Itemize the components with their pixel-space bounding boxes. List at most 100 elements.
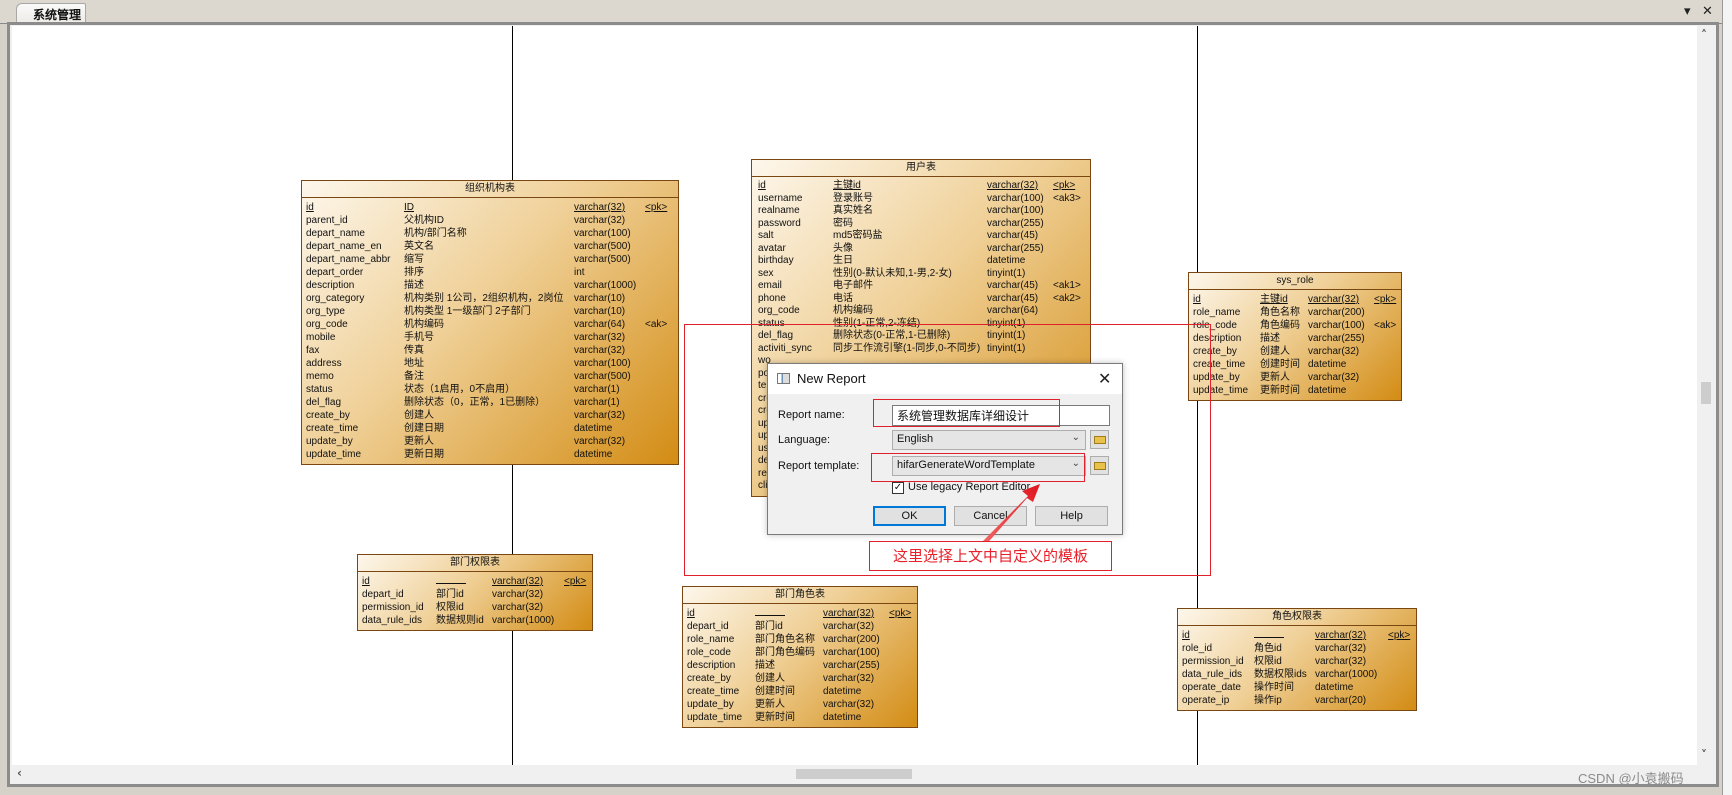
vertical-scrollbar[interactable]: ˄ ˅ [1697,26,1714,765]
table-column-row[interactable]: role_name 部门角色名称 varchar(200) [683,633,917,646]
table-column-row[interactable]: status 状态（1启用，0不启用） varchar(1) [302,383,678,396]
vertical-scroll-thumb[interactable] [1701,382,1711,404]
table-column-row[interactable]: id varchar(32) <pk> [683,607,917,620]
folder-icon [1094,436,1106,444]
report-window-icon [777,373,790,384]
table-column-row[interactable]: permission_id 权限id varchar(32) [1178,655,1416,668]
table-column-row[interactable]: avatar 头像 varchar(255) [752,243,1090,256]
column-type: varchar(32) [1315,656,1367,667]
language-select[interactable]: English ⌄ [892,430,1086,450]
table-column-row[interactable]: role_code 部门角色编码 varchar(100) [683,646,917,659]
table-column-row[interactable]: password 密码 varchar(255) [752,218,1090,231]
template-browse-button[interactable] [1090,456,1109,475]
table-column-row[interactable]: org_category 机构类别 1公司，2组织机构，2岗位 varchar(10… [302,292,678,305]
table-column-row[interactable]: id varchar(32) <pk> [1178,629,1416,642]
table-column-row[interactable]: fax 传真 varchar(32) [302,344,678,357]
table-column-row[interactable]: id 主键id varchar(32) <pk> [1189,293,1401,306]
column-type: varchar(45) [987,292,1039,304]
table-column-row[interactable]: description 描述 varchar(255) [683,659,917,672]
table-column-row[interactable]: update_by 更新人 varchar(32) [302,435,678,448]
table-column-row[interactable]: salt md5密码盐 varchar(45) [752,230,1090,243]
scroll-left-icon[interactable]: ‹ [17,766,22,780]
table-column-row[interactable]: create_by 创建人 varchar(32) [302,409,678,422]
close-icon[interactable]: ✕ [1098,369,1111,389]
table-column-row[interactable]: update_time 更新时间 datetime [683,711,917,724]
table-column-row[interactable]: create_by 创建人 varchar(32) [1189,345,1401,358]
table-column-row[interactable]: operate_ip 操作ip varchar(20) [1178,694,1416,707]
table-column-row[interactable]: org_code 机构编码 varchar(64) <ak> [302,318,678,331]
table-sys-role[interactable]: sys_role id 主键id varchar(32) <pk> role_name 角色… [1188,272,1402,401]
horizontal-scroll-thumb[interactable] [796,769,912,779]
table-column-row[interactable]: parent_id 父机构ID varchar(32) [302,214,678,227]
column-comment: 角色id [1254,643,1282,654]
column-name: create_by [687,673,731,684]
table-column-row[interactable]: del_flag 删除状态（0，正常，1已删除） varchar(1) [302,396,678,409]
table-column-row[interactable]: create_time 创建日期 datetime [302,422,678,435]
table-column-row[interactable]: username 登录账号 varchar(100) <ak3> [752,193,1090,206]
column-type: varchar(32) [1308,294,1360,305]
column-comment: 更新人 [1260,372,1290,383]
dialog-title-bar[interactable]: New Report ✕ [768,364,1122,394]
table-column-row[interactable]: memo 备注 varchar(500) [302,370,678,383]
table-column-row[interactable]: org_type 机构类型 1一级部门 2子部门 varchar(10) [302,305,678,318]
scroll-up-icon[interactable]: ˄ [1701,28,1707,42]
column-comment: 状态（1启用，0不启用） [404,384,516,395]
table-column-row[interactable]: depart_id 部门id varchar(32) [358,588,592,601]
column-type: varchar(500) [574,241,631,252]
table-column-row[interactable]: update_by 更新人 varchar(32) [683,698,917,711]
table-column-row[interactable]: create_time 创建时间 datetime [1189,358,1401,371]
column-comment: 密码 [833,217,853,229]
table-depart-role[interactable]: 部门角色表 id varchar(32) <pk> depart_id 部门id varch… [682,586,918,728]
table-column-row[interactable]: org_code 机构编码 varchar(64) [752,305,1090,318]
table-column-row[interactable]: description 描述 varchar(255) [1189,332,1401,345]
table-org[interactable]: 组织机构表 id ID varchar(32) <pk> parent_id 父机构ID va… [301,180,679,465]
table-depart-perm[interactable]: 部门权限表 id varchar(32) <pk> depart_id 部门id varch… [357,554,593,631]
dialog-title: New Report [797,371,866,386]
table-column-row[interactable]: id ID varchar(32) <pk> [302,201,678,214]
table-column-row[interactable]: create_time 创建时间 datetime [683,685,917,698]
table-column-row[interactable]: create_by 创建人 varchar(32) [683,672,917,685]
table-column-row[interactable]: depart_id 部门id varchar(32) [683,620,917,633]
column-key: <pk> [1053,180,1076,191]
report-name-highlight [873,399,1060,427]
table-column-row[interactable]: id varchar(32) <pk> [358,575,592,588]
table-column-row[interactable]: update_by 更新人 varchar(32) [1189,371,1401,384]
table-column-row[interactable]: realname 真实姓名 varchar(100) [752,205,1090,218]
column-key: <pk> [889,608,912,619]
table-column-row[interactable]: address 地址 varchar(100) [302,357,678,370]
close-icon[interactable]: ✕ [1702,4,1713,19]
table-column-row[interactable]: role_code 角色编码 varchar(100) <ak> [1189,319,1401,332]
table-column-row[interactable]: data_rule_ids 数据权限ids varchar(1000) [1178,668,1416,681]
column-name: id [687,608,695,619]
table-column-row[interactable]: data_rule_ids 数据规则id varchar(1000) [358,614,592,627]
table-column-row[interactable]: birthday 生日 datetime [752,255,1090,268]
table-column-row[interactable]: mobile 手机号 varchar(32) [302,331,678,344]
table-column-row[interactable]: update_time 更新日期 datetime [302,448,678,461]
language-browse-button[interactable] [1090,430,1109,449]
legacy-editor-checkbox[interactable]: ✓ [892,482,904,494]
column-comment: 角色编码 [1260,320,1300,331]
table-column-row[interactable]: id 主键id varchar(32) <pk> [752,180,1090,193]
table-column-row[interactable]: email 电子邮件 varchar(45) <ak1> [752,280,1090,293]
tab-system-management[interactable]: 系统管理 [16,3,86,24]
column-name: depart_name_en [306,241,382,252]
scroll-down-icon[interactable]: ˅ [1701,748,1707,762]
horizontal-scrollbar[interactable]: ‹ [12,765,1697,782]
column-type: varchar(255) [987,217,1044,229]
table-column-row[interactable]: update_time 更新时间 datetime [1189,384,1401,397]
table-column-row[interactable]: phone 电话 varchar(45) <ak2> [752,293,1090,306]
ok-button[interactable]: OK [873,506,946,526]
table-column-row[interactable]: depart_name_abbr 缩写 varchar(500) [302,253,678,266]
table-column-row[interactable]: operate_date 操作时间 datetime [1178,681,1416,694]
column-comment: 机构编码 [404,319,444,330]
table-column-row[interactable]: role_name 角色名称 varchar(200) [1189,306,1401,319]
table-column-row[interactable]: description 描述 varchar(1000) [302,279,678,292]
dropdown-menu-icon[interactable]: ▾ [1684,4,1691,19]
table-role-perm[interactable]: 角色权限表 id varchar(32) <pk> role_id 角色id varchar… [1177,608,1417,711]
table-column-row[interactable]: permission_id 权限id varchar(32) [358,601,592,614]
table-column-row[interactable]: depart_name 机构/部门名称 varchar(100) [302,227,678,240]
table-column-row[interactable]: depart_order 排序 int [302,266,678,279]
table-column-row[interactable]: sex 性别(0-默认未知,1-男,2-女) tinyint(1) [752,268,1090,281]
table-column-row[interactable]: role_id 角色id varchar(32) [1178,642,1416,655]
table-column-row[interactable]: depart_name_en 英文名 varchar(500) [302,240,678,253]
